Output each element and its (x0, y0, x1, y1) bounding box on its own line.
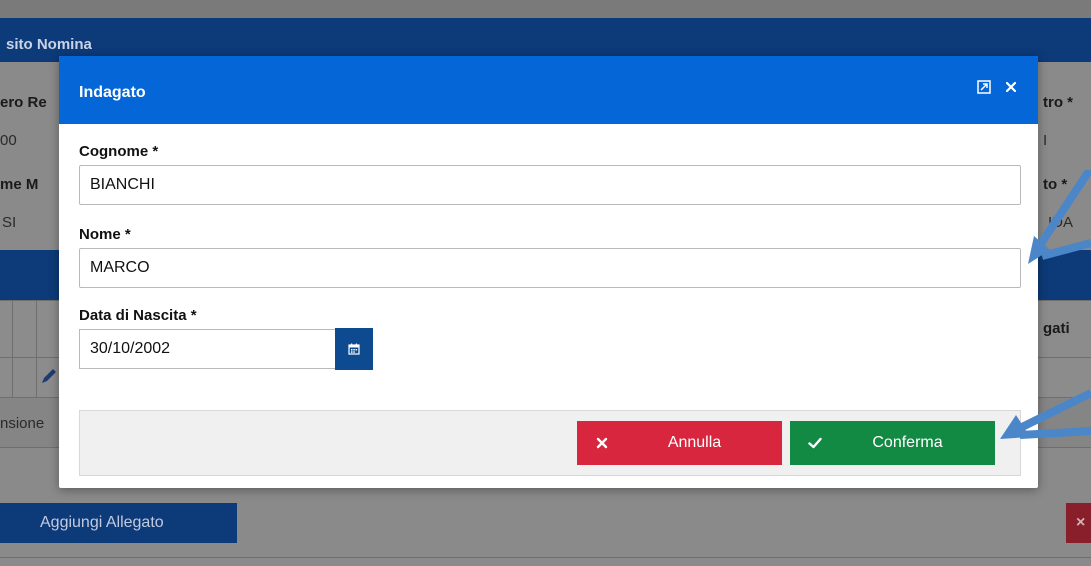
calendar-button[interactable] (335, 328, 373, 370)
dialog-footer: Annulla Conferma (79, 410, 1021, 476)
x-icon (596, 437, 608, 449)
pencil-icon[interactable] (40, 367, 58, 385)
expand-icon[interactable] (977, 80, 991, 94)
nome-input[interactable] (79, 248, 1021, 288)
remove-button[interactable]: × (1066, 503, 1091, 543)
top-strip (0, 0, 1091, 18)
nome-label: Nome * (79, 226, 131, 243)
add-attachment-label: Aggiungi Allegato (40, 514, 164, 531)
cognome-input[interactable] (79, 165, 1021, 205)
bg-label-right-1: tro * (1043, 94, 1073, 111)
add-attachment-button[interactable]: Aggiungi Allegato (0, 503, 237, 543)
cognome-label: Cognome * (79, 143, 159, 160)
data-nascita-label: Data di Nascita * (79, 307, 197, 324)
close-icon[interactable] (1004, 80, 1018, 94)
column-divider (12, 300, 13, 398)
bg-label-left-2: me M (0, 176, 39, 193)
bg-value-right-1: I (1043, 132, 1048, 149)
dialog-header: Indagato (59, 56, 1038, 124)
annotation-arrow-icon (1028, 170, 1091, 264)
bg-label-left-1: ero Re (0, 94, 47, 111)
bg-value-left-2: SI (2, 214, 17, 231)
column-divider (36, 300, 37, 398)
check-icon (808, 437, 822, 449)
calendar-icon (348, 343, 360, 355)
bg-row-text: nsione (0, 415, 45, 432)
confirm-button[interactable]: Conferma (790, 421, 995, 465)
bg-label-right-3: gati (1043, 320, 1070, 337)
data-nascita-input[interactable] (79, 329, 336, 369)
annotation-arrow-icon (1000, 389, 1091, 439)
dialog-title: Indagato (79, 84, 146, 101)
bg-value-left-1: 00 (0, 132, 17, 149)
close-icon: × (1076, 514, 1086, 531)
section-title: sito Nomina (6, 36, 92, 53)
cancel-button[interactable]: Annulla (577, 421, 782, 465)
divider (0, 557, 1091, 558)
indagato-dialog: Indagato Cognome * Nome * Data di Nascit… (59, 56, 1038, 488)
